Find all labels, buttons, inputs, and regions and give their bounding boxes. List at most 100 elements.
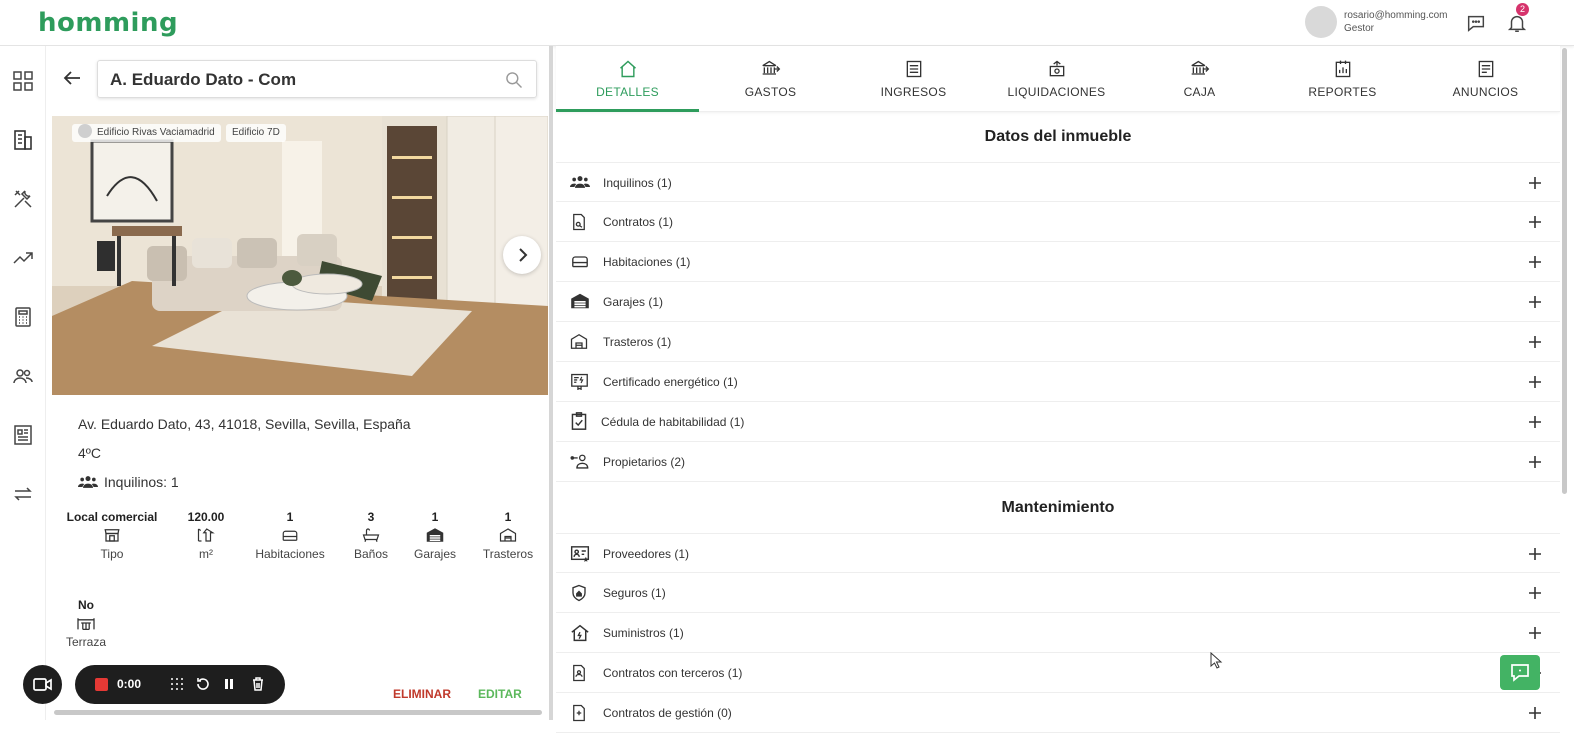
tab-ingresos[interactable]: INGRESOS	[842, 46, 985, 112]
row-cedula-habitabilidad[interactable]: Cédula de habitabilidad (1)	[556, 402, 1560, 442]
search-icon[interactable]	[504, 70, 524, 90]
plus-icon[interactable]	[1527, 454, 1543, 470]
pause-icon[interactable]	[221, 676, 237, 692]
row-propietarios[interactable]: Propietarios (2)	[556, 442, 1560, 482]
unit-chip[interactable]: Edificio 7D	[226, 124, 286, 142]
row-proveedores[interactable]: Proveedores (1)	[556, 533, 1560, 573]
plus-icon[interactable]	[1527, 585, 1543, 601]
terrace-icon	[77, 618, 95, 631]
stat-m2: 120.00 m²	[187, 510, 225, 561]
section-title-datos: Datos del inmueble	[984, 128, 1132, 145]
garage-icon	[426, 528, 444, 542]
tab-gastos[interactable]: GASTOS	[699, 46, 842, 112]
stat-habitaciones: 1 Habitaciones	[255, 510, 325, 561]
bed-icon	[572, 256, 588, 268]
document-icon[interactable]	[11, 423, 35, 447]
stat-tipo: Local comercial Tipo	[66, 510, 158, 561]
tenants-count: Inquilinos: 1	[78, 474, 179, 490]
row-contratos[interactable]: Contratos (1)	[556, 202, 1560, 242]
property-panel: A. Eduardo Dato - Com Edificio Rivas Vac…	[46, 46, 551, 720]
contract-icon	[573, 664, 585, 682]
homming-logo[interactable]: homming	[38, 8, 178, 38]
living-room-image	[52, 116, 548, 395]
row-contratos-terceros[interactable]: Contratos con terceros (1)	[556, 653, 1560, 693]
tab-bar: DETALLES GASTOS INGRESOS LIQUIDACIONES C…	[556, 46, 1560, 112]
back-arrow-icon[interactable]	[60, 66, 84, 90]
stop-recording-button[interactable]	[95, 678, 108, 691]
stat-garajes: 1 Garajes	[413, 510, 457, 561]
stat-banos: 3 Baños	[353, 510, 389, 561]
row-habitaciones[interactable]: Habitaciones (1)	[556, 242, 1560, 282]
chat-support-button[interactable]	[1500, 655, 1540, 690]
dashboard-icon[interactable]	[11, 69, 35, 93]
grid-dots-icon[interactable]	[169, 676, 185, 692]
chat-icon[interactable]	[1465, 12, 1487, 34]
home-utilities-icon	[571, 624, 589, 642]
shield-icon	[572, 584, 586, 602]
plus-icon[interactable]	[1527, 214, 1543, 230]
recording-toolbar: 0:00	[75, 665, 285, 704]
plus-icon[interactable]	[1527, 294, 1543, 310]
row-trasteros[interactable]: Trasteros (1)	[556, 322, 1560, 362]
property-search-value: A. Eduardo Dato - Com	[110, 70, 297, 89]
plus-icon[interactable]	[1527, 414, 1543, 430]
sidebar-nav	[0, 46, 46, 720]
bathtub-icon	[362, 528, 380, 542]
supplier-card-icon	[570, 546, 590, 562]
details-panel: DETALLES GASTOS INGRESOS LIQUIDACIONES C…	[556, 46, 1560, 733]
plus-icon[interactable]	[1527, 374, 1543, 390]
plus-icon[interactable]	[1527, 254, 1543, 270]
report-icon	[1335, 60, 1351, 78]
people-icon[interactable]	[11, 364, 35, 388]
shop-icon	[104, 529, 120, 542]
row-seguros[interactable]: Seguros (1)	[556, 573, 1560, 613]
user-menu[interactable]: rosario@homming.com Gestor	[1305, 6, 1448, 38]
building-chip-avatar	[78, 124, 92, 139]
row-certificado-energetico[interactable]: Certificado energético (1)	[556, 362, 1560, 402]
chevron-right-icon	[519, 248, 528, 262]
notification-badge: 2	[1516, 3, 1529, 16]
panel-divider[interactable]	[549, 46, 553, 720]
plus-icon[interactable]	[1527, 705, 1543, 721]
building-chip[interactable]: Edificio Rivas Vaciamadrid	[72, 124, 221, 142]
plus-icon[interactable]	[1527, 175, 1543, 191]
plus-icon[interactable]	[1527, 625, 1543, 641]
receipt-icon	[906, 60, 922, 78]
tab-detalles[interactable]: DETALLES	[556, 46, 699, 112]
mouse-cursor-icon	[1210, 652, 1223, 669]
bank-out-icon	[762, 60, 781, 75]
row-contratos-gestion[interactable]: Contratos de gestión (0)	[556, 693, 1560, 733]
restart-icon[interactable]	[195, 676, 211, 692]
stat-terraza: No Terraza	[65, 598, 106, 649]
row-garajes[interactable]: Garajes (1)	[556, 282, 1560, 322]
property-search-input[interactable]: A. Eduardo Dato - Com	[97, 60, 537, 98]
delete-button[interactable]: ELIMINAR	[393, 687, 451, 701]
vertical-scrollbar[interactable]	[1562, 48, 1567, 494]
tab-anuncios[interactable]: ANUNCIOS	[1414, 46, 1557, 112]
plus-icon[interactable]	[1527, 334, 1543, 350]
top-bar: homming rosario@homming.com Gestor 2	[0, 0, 1574, 46]
tools-icon[interactable]	[11, 187, 35, 211]
trash-icon[interactable]	[250, 676, 266, 692]
trending-icon[interactable]	[11, 246, 35, 270]
edit-button[interactable]: EDITAR	[478, 687, 522, 701]
video-camera-icon	[33, 678, 52, 691]
tab-caja[interactable]: CAJA	[1128, 46, 1271, 112]
contract-icon	[573, 213, 585, 231]
property-photo: Edificio Rivas Vaciamadrid Edificio 7D	[52, 116, 548, 395]
next-photo-button[interactable]	[503, 236, 541, 274]
calculator-icon[interactable]	[11, 305, 35, 329]
tab-reportes[interactable]: REPORTES	[1271, 46, 1414, 112]
horizontal-scrollbar[interactable]	[54, 710, 542, 715]
transfer-icon[interactable]	[11, 482, 35, 506]
property-address: Av. Eduardo Dato, 43, 41018, Sevilla, Se…	[78, 416, 411, 432]
row-suministros[interactable]: Suministros (1)	[556, 613, 1560, 653]
plus-icon[interactable]	[1527, 546, 1543, 562]
tab-liquidaciones[interactable]: LIQUIDACIONES	[985, 46, 1128, 112]
listing-icon	[1478, 60, 1494, 78]
row-inquilinos[interactable]: Inquilinos (1)	[556, 162, 1560, 202]
camera-button[interactable]	[23, 665, 62, 704]
building-icon[interactable]	[11, 128, 35, 152]
storage-icon	[570, 334, 588, 349]
bank-icon	[1191, 60, 1210, 75]
